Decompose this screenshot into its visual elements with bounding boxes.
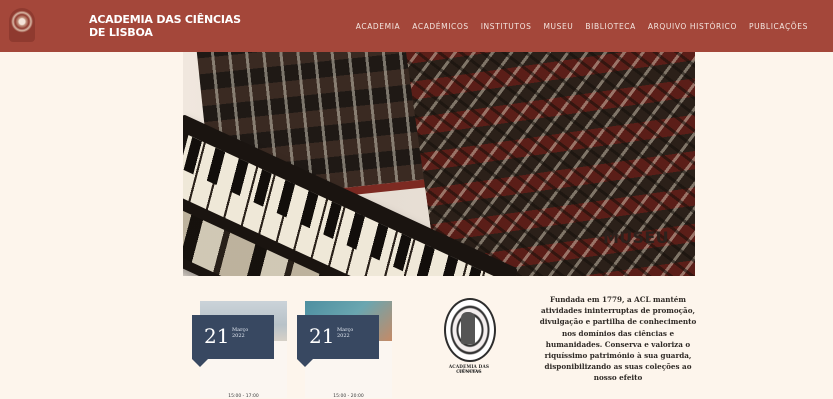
event-day: 21 <box>309 324 335 348</box>
event-day: 21 <box>204 324 230 348</box>
hero-label: MUSEU <box>603 228 669 247</box>
event-card[interactable]: 21 Março 2022 15:00 - 17:00 <box>192 301 287 399</box>
seal-figure-icon <box>461 312 475 344</box>
brand-line-2: DE LISBOA <box>89 26 153 39</box>
event-card[interactable]: 21 Março 2022 15:00 - 20:00 <box>297 301 392 399</box>
brand-line-1: ACADEMIA DAS CIÊNCIAS <box>89 13 241 26</box>
event-month-year: Março 2022 <box>337 327 353 339</box>
site-brand[interactable]: ACADEMIA DAS CIÊNCIAS DE LISBOA <box>89 13 241 39</box>
nav-academia[interactable]: ACADEMIA <box>356 22 401 31</box>
nav-arquivo-historico[interactable]: ARQUIVO HISTÓRICO <box>648 22 737 31</box>
nav-publicacoes[interactable]: PUBLICAÇÕES <box>749 22 808 31</box>
event-month-year: Março 2022 <box>232 327 248 339</box>
academy-seal-icon[interactable] <box>9 8 35 42</box>
site-header: ACADEMIA DAS CIÊNCIAS DE LISBOA ACADEMIA… <box>0 0 833 52</box>
nav-biblioteca[interactable]: BIBLIOTECA <box>585 22 635 31</box>
academy-seal: ACADEMIA DAS CIÊNCIAS DE LISBOA <box>436 298 502 378</box>
about-text: Fundada em 1779, a ACL mantém atividades… <box>539 295 697 383</box>
event-year: 2022 <box>337 333 350 339</box>
nav-museu[interactable]: MUSEU <box>543 22 573 31</box>
event-date-badge: 21 Março 2022 <box>192 315 274 367</box>
event-time: 15:00 - 17:00 <box>228 394 259 399</box>
event-time: 15:00 - 20:00 <box>333 394 364 399</box>
event-year: 2022 <box>232 333 245 339</box>
nav-academicos[interactable]: ACADÉMICOS <box>412 22 468 31</box>
hero-banner[interactable]: MUSEU <box>183 52 695 276</box>
event-date-badge: 21 Março 2022 <box>297 315 379 367</box>
seal-subtitle: DE LISBOA <box>458 369 480 373</box>
nav-institutos[interactable]: INSTITUTOS <box>481 22 532 31</box>
main-nav: ACADEMIA ACADÉMICOS INSTITUTOS MUSEU BIB… <box>356 0 808 52</box>
